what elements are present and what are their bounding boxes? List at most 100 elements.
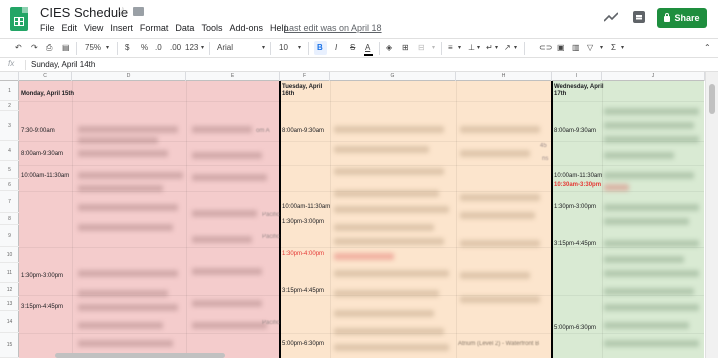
- row-header-2[interactable]: 2: [0, 101, 19, 111]
- monday-time-2[interactable]: 8:00am-9:30am: [21, 151, 63, 158]
- tuesday-header-line2[interactable]: 16th: [282, 91, 294, 98]
- filter-icon[interactable]: ▽: [587, 42, 593, 54]
- halign-dropdown-icon[interactable]: ▾: [458, 42, 461, 54]
- wrap-dropdown-icon[interactable]: ▾: [495, 42, 498, 54]
- row-header-5[interactable]: 5: [0, 161, 19, 179]
- menu-tools[interactable]: Tools: [201, 23, 222, 33]
- row-header-8[interactable]: 8: [0, 213, 19, 225]
- filter-dropdown-icon[interactable]: ▾: [600, 42, 603, 54]
- comment-icon[interactable]: [633, 11, 645, 23]
- fill-color-icon[interactable]: ◈: [386, 42, 392, 54]
- column-header-e[interactable]: E: [186, 72, 280, 81]
- font-dropdown-icon[interactable]: ▾: [262, 42, 265, 54]
- text-color-button[interactable]: A: [365, 42, 370, 54]
- row-header-6[interactable]: 6: [0, 179, 19, 191]
- tuesday-time-4-alert[interactable]: 1:30pm-4:00pm: [282, 251, 324, 258]
- column-header-i[interactable]: I: [552, 72, 602, 81]
- font-size-select[interactable]: 10: [279, 42, 288, 54]
- tuesday-header-line1[interactable]: Tuesday, April: [282, 84, 322, 91]
- increase-decimal-button[interactable]: .00: [170, 42, 181, 54]
- undo-icon[interactable]: ↶: [15, 42, 22, 54]
- vertical-scroll-thumb[interactable]: [709, 84, 715, 114]
- row-header-14[interactable]: 14: [0, 311, 19, 333]
- document-title[interactable]: CIES Schedule: [40, 5, 128, 20]
- menu-file[interactable]: File: [40, 23, 55, 33]
- collapse-toolbar-icon[interactable]: ⌃: [704, 42, 711, 54]
- wednesday-time-1[interactable]: 8:00am-9:30am: [554, 128, 596, 135]
- column-header-g[interactable]: G: [330, 72, 456, 81]
- wednesday-header-line1[interactable]: Wednesday, April: [554, 84, 604, 91]
- insert-comment-icon[interactable]: ▣: [557, 42, 565, 54]
- horizontal-align-icon[interactable]: ≡: [448, 42, 453, 54]
- wednesday-time-4[interactable]: 1:30pm-3:00pm: [554, 204, 596, 211]
- activity-trend-icon[interactable]: [604, 12, 618, 22]
- zoom-select[interactable]: 75%: [85, 42, 101, 54]
- valign-dropdown-icon[interactable]: ▾: [477, 42, 480, 54]
- text-wrap-icon[interactable]: ↵: [486, 42, 493, 54]
- italic-button[interactable]: I: [335, 42, 337, 54]
- row-header-13[interactable]: 13: [0, 297, 19, 311]
- monday-time-3[interactable]: 10:00am-11:30am: [21, 173, 69, 180]
- row-header-11[interactable]: 11: [0, 263, 19, 283]
- paint-format-icon[interactable]: ▤: [62, 42, 70, 54]
- number-format-select[interactable]: 123: [185, 42, 198, 54]
- star-icon[interactable]: ☆: [117, 4, 129, 20]
- insert-link-icon[interactable]: ⊂⊃: [539, 42, 552, 54]
- last-edit-link[interactable]: Last edit was on April 18: [284, 23, 382, 33]
- row-header-15[interactable]: 15: [0, 333, 19, 358]
- zoom-dropdown-icon[interactable]: ▾: [106, 42, 109, 54]
- menu-insert[interactable]: Insert: [110, 23, 133, 33]
- menu-format[interactable]: Format: [140, 23, 169, 33]
- row-header-10[interactable]: 10: [0, 247, 19, 263]
- functions-icon[interactable]: Σ: [611, 42, 616, 54]
- tuesday-time-3[interactable]: 1:30pm-3:00pm: [282, 219, 324, 226]
- tuesday-time-1[interactable]: 8:00am-9:30am: [282, 128, 324, 135]
- font-size-dropdown-icon[interactable]: ▾: [298, 42, 301, 54]
- share-button[interactable]: Share: [657, 8, 707, 28]
- text-rotation-icon[interactable]: ↗: [504, 42, 511, 54]
- tuesday-time-6[interactable]: 5:00pm-6:30pm: [282, 341, 324, 348]
- row-header-3[interactable]: 3: [0, 111, 19, 141]
- wednesday-header-line2[interactable]: 17th: [554, 91, 566, 98]
- vertical-align-icon[interactable]: ⊥: [468, 42, 475, 54]
- folder-icon[interactable]: [133, 7, 144, 16]
- monday-time-4[interactable]: 1:30pm-3:00pm: [21, 273, 63, 280]
- insert-chart-icon[interactable]: ▥: [572, 42, 580, 54]
- print-icon[interactable]: ⎙: [46, 42, 52, 54]
- decrease-decimal-button[interactable]: .0: [155, 42, 162, 54]
- functions-dropdown-icon[interactable]: ▾: [621, 42, 624, 54]
- wednesday-time-2[interactable]: 10:00am-11:30am: [554, 173, 602, 180]
- currency-format-button[interactable]: $: [125, 42, 129, 54]
- redo-icon[interactable]: ↷: [31, 42, 38, 54]
- sheets-logo-icon[interactable]: [10, 7, 28, 31]
- monday-time-5[interactable]: 3:15pm-4:45pm: [21, 304, 63, 311]
- menu-addons[interactable]: Add-ons: [229, 23, 263, 33]
- wednesday-time-3-alert[interactable]: 10:30am-3:30pm: [554, 182, 601, 189]
- select-all-corner[interactable]: [0, 72, 19, 81]
- rotation-dropdown-icon[interactable]: ▾: [514, 42, 517, 54]
- wednesday-time-5[interactable]: 3:15pm-4:45pm: [554, 241, 596, 248]
- vertical-scrollbar[interactable]: [705, 72, 718, 358]
- strikethrough-button[interactable]: S: [350, 42, 355, 54]
- row-header-1[interactable]: 1: [0, 81, 19, 101]
- menu-edit[interactable]: Edit: [62, 23, 78, 33]
- wednesday-time-6[interactable]: 5:00pm-6:30pm: [554, 325, 596, 332]
- monday-header[interactable]: Monday, April 15th: [21, 91, 74, 98]
- column-header-d[interactable]: D: [72, 72, 186, 81]
- horizontal-scroll-thumb[interactable]: [55, 353, 225, 358]
- menu-view[interactable]: View: [84, 23, 103, 33]
- row-header-12[interactable]: 12: [0, 283, 19, 297]
- tuesday-time-5[interactable]: 3:15pm-4:45pm: [282, 288, 324, 295]
- column-header-j[interactable]: J: [602, 72, 705, 81]
- column-header-c[interactable]: C: [19, 72, 72, 81]
- menu-data[interactable]: Data: [175, 23, 194, 33]
- merge-cells-icon[interactable]: ⊟: [418, 42, 425, 54]
- row-header-9[interactable]: 9: [0, 225, 19, 247]
- row-header-7[interactable]: 7: [0, 191, 19, 213]
- number-format-dropdown-icon[interactable]: ▾: [201, 42, 204, 54]
- tuesday-time-2[interactable]: 10:00am-11:30am: [282, 204, 330, 211]
- column-header-h[interactable]: H: [456, 72, 552, 81]
- borders-icon[interactable]: ⊞: [402, 42, 409, 54]
- formula-input[interactable]: Sunday, April 14th: [31, 60, 95, 69]
- column-header-f[interactable]: F: [280, 72, 330, 81]
